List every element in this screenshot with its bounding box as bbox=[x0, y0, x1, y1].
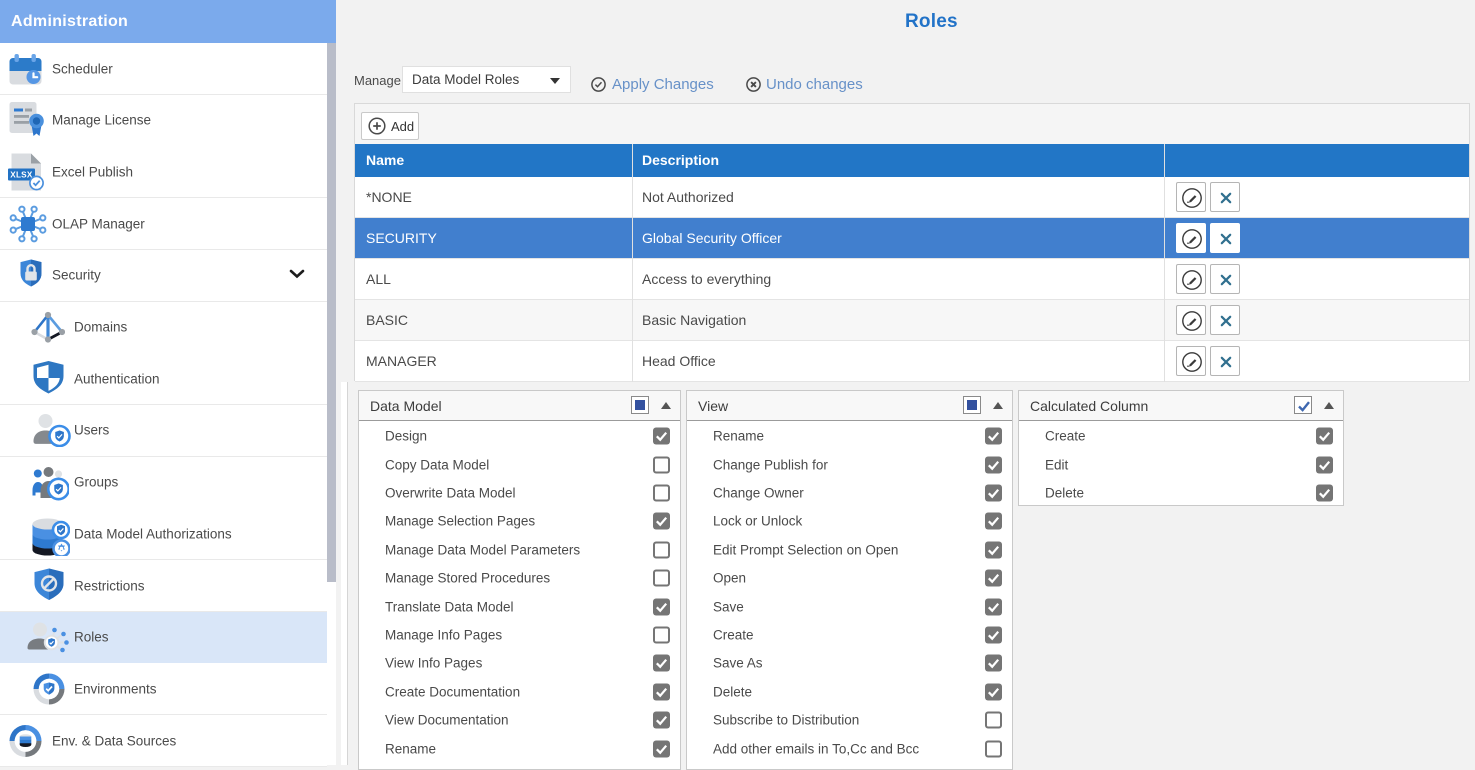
svg-text:XLSX: XLSX bbox=[10, 170, 33, 179]
